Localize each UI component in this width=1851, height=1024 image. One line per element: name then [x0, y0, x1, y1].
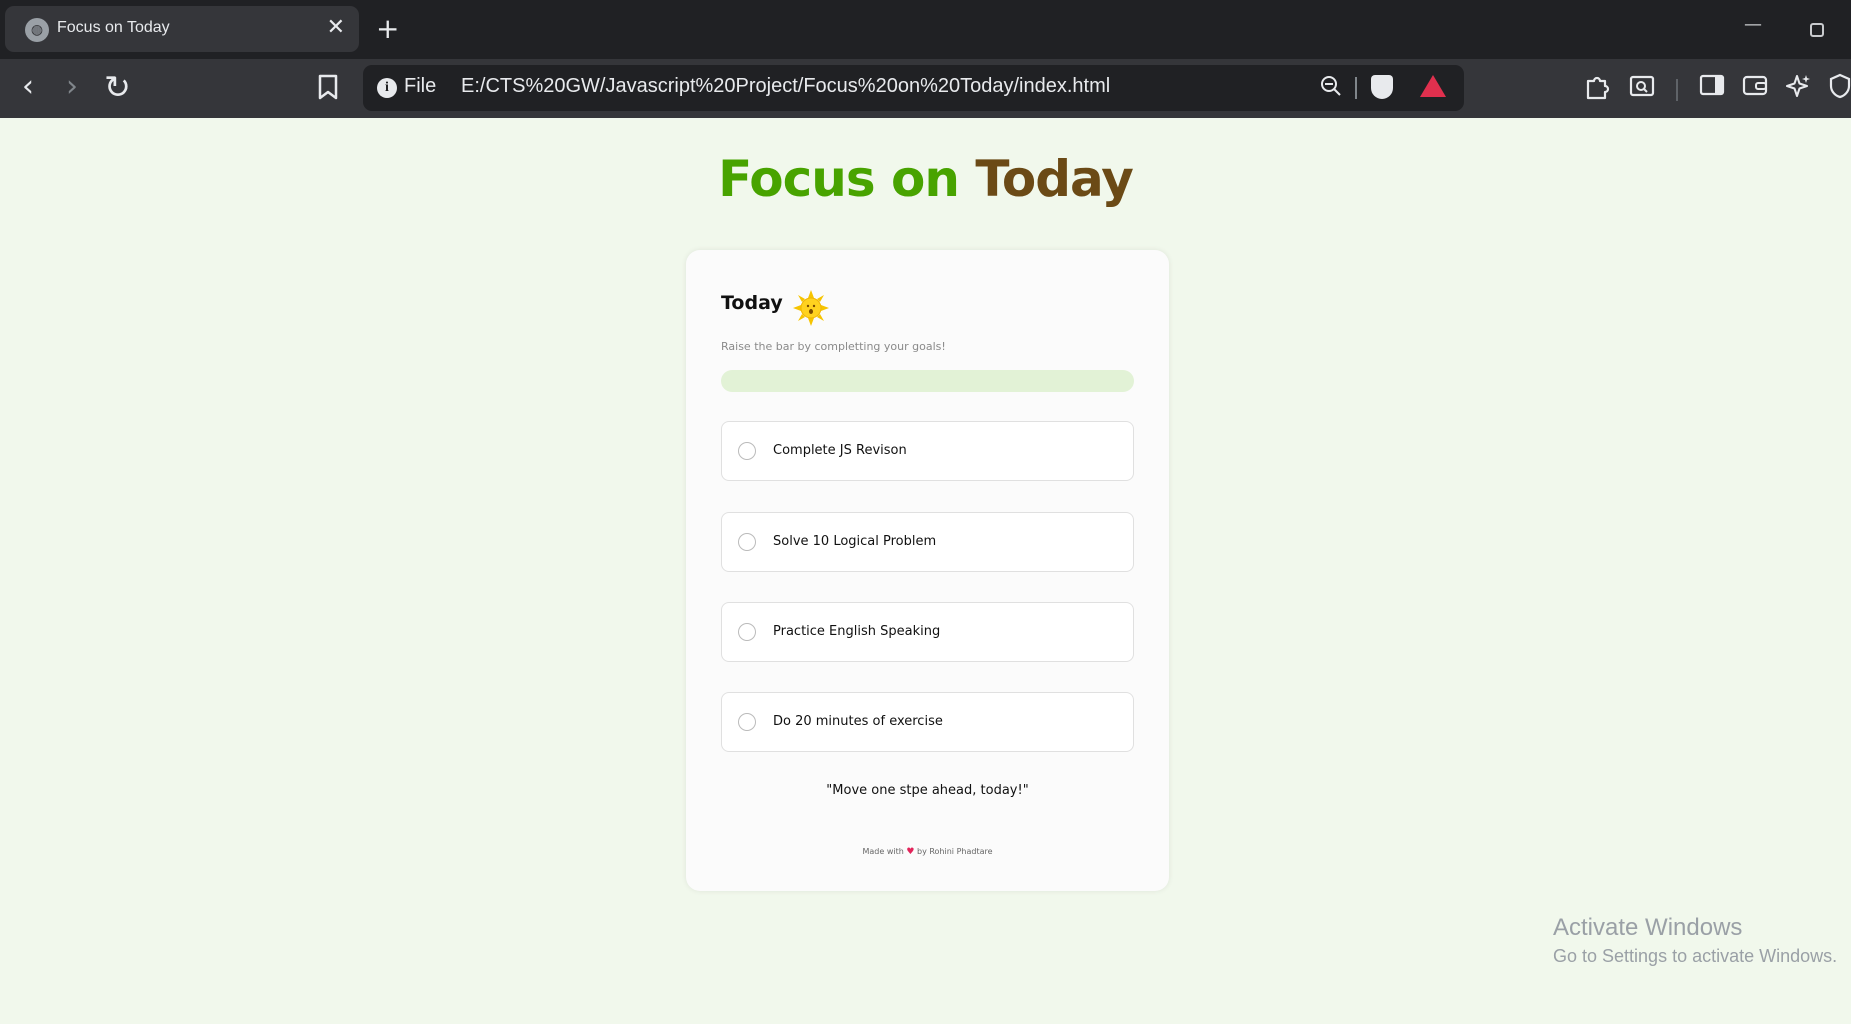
toolbar-divider — [1676, 79, 1678, 101]
card-heading: Today — [721, 292, 783, 314]
tab-bar: ◍ Focus on Today ✕ + — — [0, 0, 1851, 59]
activate-windows-watermark: Activate Windows Go to Settings to activ… — [1553, 914, 1837, 967]
page-title-part2: Today — [975, 150, 1133, 208]
goal-label: Do 20 minutes of exercise — [773, 714, 943, 729]
wallet-icon[interactable] — [1742, 73, 1768, 104]
goal-label: Solve 10 Logical Problem — [773, 534, 937, 549]
goal-item[interactable]: Practice English Speaking — [721, 602, 1134, 662]
tab-close-icon[interactable]: ✕ — [327, 16, 345, 40]
motivation-quote: "Move one stpe ahead, today!" — [826, 783, 1029, 798]
vpn-shield-icon[interactable] — [1829, 73, 1851, 106]
omnibox-divider — [1355, 77, 1357, 99]
goal-item[interactable]: Complete JS Revison — [721, 421, 1134, 481]
brave-shields-icon[interactable] — [1371, 75, 1393, 99]
page-title-part1: Focus on — [718, 150, 960, 208]
forward-icon[interactable]: › — [66, 67, 78, 107]
watermark-title: Activate Windows — [1553, 914, 1743, 941]
info-icon[interactable]: i — [377, 78, 397, 98]
goal-label: Complete JS Revison — [773, 443, 907, 458]
page-title: Focus on Today — [0, 150, 1851, 208]
card-subtitle: Raise the bar by completting your goals! — [721, 340, 946, 353]
goal-checkbox[interactable] — [738, 623, 756, 641]
url-scheme-label: File — [404, 75, 437, 97]
footer-suffix: by Rohini Phadtare — [916, 847, 993, 856]
globe-icon: ◍ — [25, 18, 49, 42]
sun-icon — [793, 290, 829, 326]
bookmark-icon[interactable] — [318, 67, 338, 111]
goal-label: Practice English Speaking — [773, 624, 941, 639]
restore-icon[interactable] — [1810, 23, 1824, 37]
tab-search-icon[interactable] — [1629, 73, 1655, 106]
back-icon[interactable]: ‹ — [22, 67, 34, 107]
progress-bar — [721, 370, 1134, 392]
watermark-subtitle: Go to Settings to activate Windows. — [1553, 946, 1838, 966]
goal-checkbox[interactable] — [738, 442, 756, 460]
goal-checkbox[interactable] — [738, 533, 756, 551]
goal-checkbox[interactable] — [738, 713, 756, 731]
address-bar[interactable]: i File E:/CTS%20GW/Javascript%20Project/… — [363, 65, 1464, 111]
footer-credit: Made with ♥ by Rohini Phadtare — [686, 847, 1169, 857]
zoom-out-icon[interactable] — [1319, 74, 1343, 104]
goals-card: Today Raise the bar by completting your … — [686, 250, 1169, 891]
browser-tab[interactable]: ◍ Focus on Today ✕ — [5, 6, 359, 52]
minimize-icon[interactable]: — — [1744, 14, 1762, 35]
sidebar-icon[interactable] — [1699, 73, 1725, 104]
extensions-icon[interactable] — [1585, 73, 1611, 108]
leo-ai-icon[interactable] — [1786, 73, 1812, 106]
goal-item[interactable]: Do 20 minutes of exercise — [721, 692, 1134, 752]
brave-rewards-icon[interactable] — [1420, 75, 1446, 97]
heart-icon: ♥ — [906, 847, 915, 857]
reload-icon[interactable]: ↻ — [104, 67, 131, 107]
goal-item[interactable]: Solve 10 Logical Problem — [721, 512, 1134, 572]
new-tab-icon[interactable]: + — [376, 12, 399, 46]
footer-prefix: Made with — [862, 847, 904, 856]
url-text[interactable]: E:/CTS%20GW/Javascript%20Project/Focus%2… — [461, 75, 1110, 98]
tab-title: Focus on Today — [57, 19, 170, 36]
